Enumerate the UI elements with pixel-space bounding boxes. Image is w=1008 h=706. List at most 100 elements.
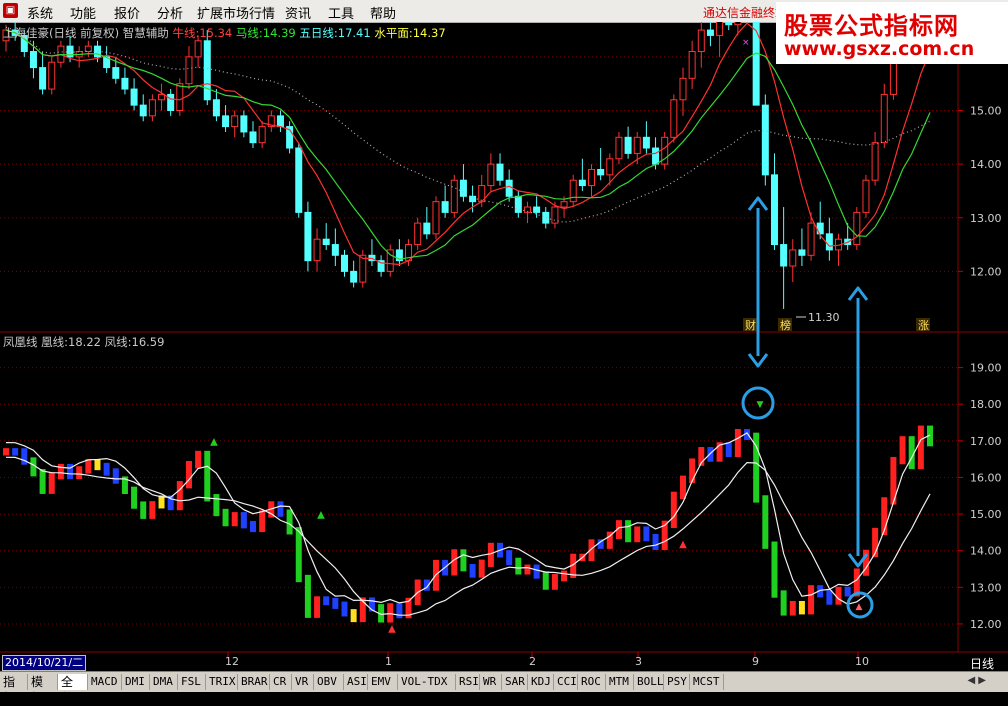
x-tick-label: 12 — [225, 655, 239, 668]
candle — [121, 77, 129, 90]
panel2-title: 凤凰线 — [3, 335, 38, 349]
indicator-bar — [707, 447, 714, 462]
indicator-line-value: 18.22 — [68, 335, 101, 349]
menu-functions[interactable]: 功能 — [70, 3, 96, 22]
tab-obv[interactable]: OBV — [314, 674, 344, 690]
candle — [295, 147, 303, 213]
indicator-bar — [240, 512, 247, 529]
panel1-header: 上海佳豪(日线 前复权) 智慧辅助 牛线:15.34 马线:14.39 五日线:… — [3, 25, 446, 41]
tab-macd[interactable]: MACD — [88, 674, 122, 690]
brand-title: 股票公式指标网 — [784, 12, 959, 40]
signal-arrow: ▲ — [388, 623, 396, 634]
candle — [542, 211, 550, 224]
tab-模板[interactable]: 模板 — [28, 674, 58, 705]
small-cross-marker: × — [742, 38, 750, 48]
candle — [322, 238, 330, 246]
candle — [652, 147, 660, 165]
signal-arrow: ▲ — [856, 602, 863, 612]
tab-emv[interactable]: EMV — [368, 674, 398, 690]
candle — [258, 126, 266, 144]
y-tick-label: 14.00 — [970, 545, 1002, 558]
candle — [560, 201, 568, 208]
candle — [139, 104, 147, 117]
tab-sar[interactable]: SAR — [502, 674, 528, 690]
candle — [130, 88, 138, 106]
indicator-bar — [679, 475, 686, 500]
indicator-tab-bar: 指标 模板 全部 MACD DMI DMA FSL TRIX BRAR CR VR OBV ASI EMV… — [0, 671, 1008, 705]
tab-全部[interactable]: 全部 — [58, 674, 88, 705]
candle — [459, 179, 467, 197]
tab-指标[interactable]: 指标 — [0, 674, 28, 705]
candle — [222, 115, 230, 128]
y-tick-label: 13.00 — [970, 581, 1002, 594]
menu-news[interactable]: 资讯 — [285, 3, 311, 22]
candle — [706, 29, 714, 36]
indicator-bar — [533, 564, 540, 579]
candle — [551, 206, 559, 224]
candle — [624, 136, 632, 154]
tab-scroll-arrows[interactable]: ◀ ▶ — [967, 675, 986, 686]
tab-boll[interactable]: BOLL — [634, 674, 664, 690]
candle — [39, 67, 47, 90]
menu-extended-market[interactable]: 扩展市场行情 — [197, 3, 275, 22]
tab-trix[interactable]: TRIX — [206, 674, 238, 690]
indicator-bar — [762, 495, 769, 549]
tab-cr[interactable]: CR — [270, 674, 292, 690]
candle — [825, 233, 833, 251]
tab-mtm[interactable]: MTM — [606, 674, 634, 690]
candle — [276, 115, 284, 128]
tab-roc[interactable]: ROC — [578, 674, 606, 690]
y-tick-label: 12.00 — [970, 265, 1002, 278]
indicator-bar — [478, 559, 485, 578]
candle — [533, 206, 541, 213]
candle — [249, 131, 257, 144]
y-tick-label: 19.00 — [970, 362, 1002, 375]
tab-asi[interactable]: ASI — [344, 674, 368, 690]
indicator-bar — [917, 425, 924, 470]
indicator-bar — [725, 442, 732, 458]
indicator-bar — [185, 461, 192, 489]
indicator-bar — [195, 450, 202, 469]
menu-tools[interactable]: 工具 — [328, 3, 354, 22]
tab-cci[interactable]: CCI — [554, 674, 578, 690]
tab-mcst[interactable]: MCST — [690, 674, 724, 690]
candle — [615, 136, 623, 160]
candle — [761, 104, 769, 176]
menu-analysis[interactable]: 分析 — [157, 3, 183, 22]
tab-dmi[interactable]: DMI — [122, 674, 150, 690]
tab-fsl[interactable]: FSL — [178, 674, 206, 690]
tab-vol-tdx[interactable]: VOL-TDX — [398, 674, 456, 690]
candle — [871, 142, 879, 181]
indicator-bar — [652, 533, 659, 550]
indicator-bar — [332, 597, 339, 609]
tab-wr[interactable]: WR — [480, 674, 502, 690]
menu-help[interactable]: 帮助 — [370, 3, 396, 22]
menu-system[interactable]: 系统 — [27, 3, 53, 22]
indicator-bar — [12, 448, 19, 456]
candle — [578, 179, 586, 187]
brand-watermark: 股票公式指标网 www.gsxz.com.cn — [776, 2, 1008, 64]
tab-kdj[interactable]: KDJ — [528, 674, 554, 690]
y-tick-label: 17.00 — [970, 435, 1002, 448]
period-label[interactable]: 日线 — [970, 655, 994, 672]
indicator-bar — [789, 600, 796, 616]
tab-dma[interactable]: DMA — [150, 674, 178, 690]
indicator-bar — [250, 521, 257, 533]
y-tick-label: 14.00 — [970, 158, 1002, 171]
candle — [588, 168, 596, 187]
candle — [789, 249, 797, 267]
signal-arrow: ▼ — [757, 400, 764, 410]
indicator-bar — [771, 541, 778, 598]
indicator-bar — [112, 468, 119, 484]
tab-vr[interactable]: VR — [292, 674, 314, 690]
indicator-bar — [204, 450, 211, 502]
menu-quotes[interactable]: 报价 — [114, 3, 140, 22]
candle — [880, 93, 888, 144]
tab-psy[interactable]: PSY — [664, 674, 690, 690]
tab-rsi[interactable]: RSI — [456, 674, 480, 690]
indicator-bar — [314, 596, 321, 618]
indicator-bar — [295, 527, 302, 583]
tab-brar[interactable]: BRAR — [238, 674, 270, 690]
app-logo-icon[interactable]: ▣ — [3, 3, 18, 18]
ma-line-value: 14.39 — [262, 26, 296, 40]
